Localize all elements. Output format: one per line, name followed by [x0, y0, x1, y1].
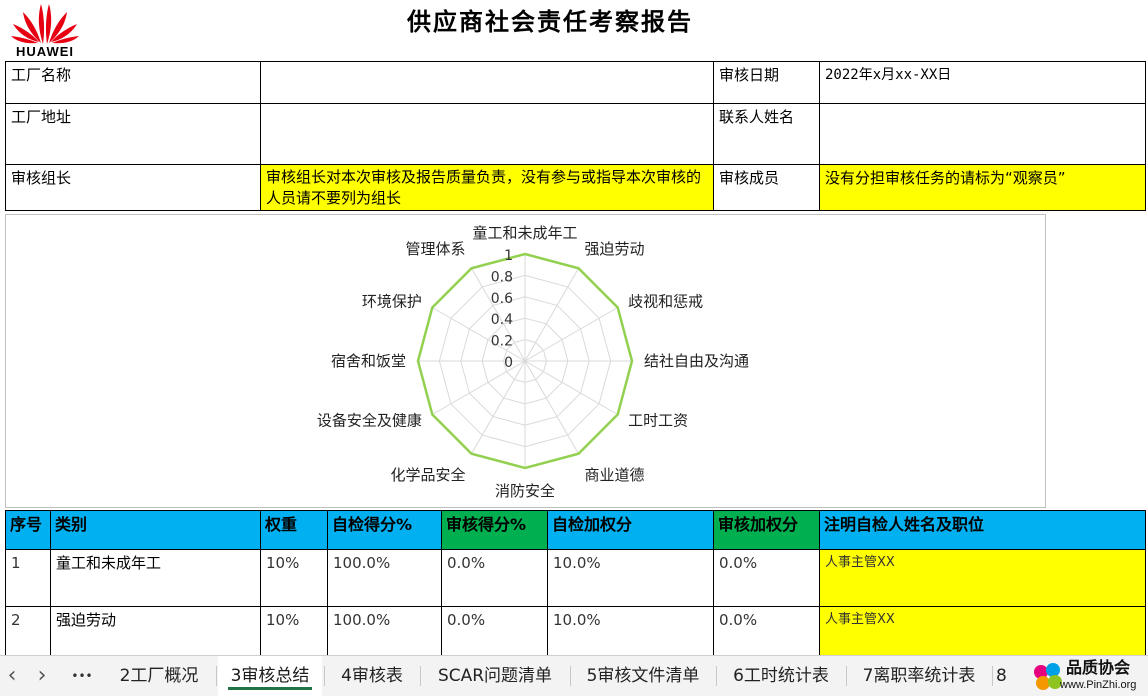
- tab-scroll-prev-button[interactable]: ‹: [0, 656, 24, 696]
- tab-factory-overview[interactable]: 2工厂概况: [106, 656, 212, 696]
- more-sheets-button[interactable]: •••: [62, 656, 102, 696]
- radar-category-label: 环境保护: [362, 293, 422, 311]
- tab-separator: [992, 666, 993, 686]
- radar-category-label: 强迫劳动: [585, 240, 645, 258]
- pinzhi-watermark: 品质协会 www.PinZhi.org: [1030, 658, 1146, 694]
- tab-audit-summary-label: 3审核总结: [230, 666, 310, 686]
- tab-separator: [846, 666, 847, 686]
- radar-category-label: 童工和未成年工: [472, 224, 577, 242]
- huawei-logo-icon: [11, 4, 79, 44]
- huawei-logo: HUAWEI: [8, 0, 82, 60]
- sheet-tab-bar: ‹ › ••• 2工厂概况 3审核总结 4审核表 SCAR问题清单 5审核文件清…: [0, 655, 1148, 696]
- radar-category-label: 设备安全及健康: [317, 412, 422, 430]
- radar-tick-label: 0.4: [491, 312, 513, 328]
- brand-name: HUAWEI: [16, 44, 74, 59]
- radar-chart: 0 0.2 0.4 0.6 0.8 1 童工和未成年工强迫劳动歧视和惩戒结社自由及沟通工时工…: [317, 224, 749, 500]
- info-grid: 工厂名称 审核日期 2022年x月xx-XX日 工厂地址 联系人姓名 审核组长 …: [5, 61, 1146, 211]
- radar-category-label: 工时工资: [628, 412, 688, 430]
- col-header-inspector: 注明自检人姓名及职位: [819, 510, 1146, 550]
- tab-sheet-8[interactable]: 8: [996, 656, 1026, 696]
- radar-category-label: 结社自由及沟通: [644, 352, 749, 370]
- members-label: 审核成员: [713, 164, 820, 211]
- radar-tick-label: 0.6: [491, 291, 513, 307]
- tab-separator: [570, 666, 571, 686]
- active-tab-underline: [228, 687, 312, 690]
- cell-self-score[interactable]: 100.0%: [327, 549, 442, 607]
- radar-category-label: 歧视和惩戒: [628, 293, 703, 311]
- cell-audit-weighted[interactable]: 0.0%: [713, 549, 820, 607]
- radar-category-label: 商业道德: [585, 466, 645, 484]
- radar-tick-label: 0: [504, 355, 513, 371]
- cell-weight[interactable]: 10%: [260, 549, 328, 607]
- members-input[interactable]: 没有分担审核任务的请标为“观察员”: [819, 164, 1146, 211]
- tab-separator: [420, 666, 421, 686]
- radar-tick-label: 0.8: [491, 269, 513, 285]
- col-header-audit-score: 审核得分%: [441, 510, 548, 550]
- radar-category-label: 管理体系: [405, 240, 465, 258]
- factory-address-input[interactable]: [260, 103, 714, 165]
- tab-separator: [216, 666, 217, 686]
- cell-category[interactable]: 童工和未成年工: [50, 549, 261, 607]
- leader-label: 审核组长: [5, 164, 261, 211]
- tab-audit-form[interactable]: 4审核表: [326, 656, 418, 696]
- radar-category-label: 化学品安全: [390, 466, 465, 484]
- radar-category-label: 消防安全: [495, 482, 555, 500]
- tab-separator: [324, 666, 325, 686]
- tab-separator: [716, 666, 717, 686]
- report-title: 供应商社会责任考察报告: [407, 7, 693, 36]
- radar-tick-label: 0.2: [491, 334, 513, 350]
- pinzhi-logo-icon: [1034, 663, 1062, 690]
- tab-scar-list[interactable]: SCAR问题清单: [422, 656, 568, 696]
- col-header-weight: 权重: [260, 510, 328, 550]
- audit-date-input[interactable]: 2022年x月xx-XX日: [819, 61, 1146, 104]
- tab-audit-summary[interactable]: 3审核总结: [218, 656, 322, 696]
- audit-date-label: 审核日期: [713, 61, 820, 104]
- watermark-name: 品质协会: [1066, 658, 1131, 677]
- tab-scroll-next-button[interactable]: ›: [28, 656, 56, 696]
- contact-label: 联系人姓名: [713, 103, 820, 165]
- factory-address-label: 工厂地址: [5, 103, 261, 165]
- col-header-self-weighted: 自检加权分: [547, 510, 714, 550]
- radar-tick-label: 1: [504, 248, 513, 264]
- radar-category-label: 宿舍和饭堂: [331, 352, 406, 370]
- tab-audit-documents[interactable]: 5审核文件清单: [572, 656, 714, 696]
- col-header-category: 类别: [50, 510, 261, 550]
- cell-self-weighted[interactable]: 10.0%: [547, 549, 714, 607]
- contact-input[interactable]: [819, 103, 1146, 165]
- col-header-audit-weighted: 审核加权分: [713, 510, 820, 550]
- factory-name-input[interactable]: [260, 61, 714, 104]
- tab-working-hours[interactable]: 6工时统计表: [718, 656, 844, 696]
- factory-name-label: 工厂名称: [5, 61, 261, 104]
- cell-no[interactable]: 1: [5, 549, 51, 607]
- score-table: 序号 类别 权重 自检得分% 审核得分% 自检加权分 审核加权分 注明自检人姓名…: [5, 510, 1146, 664]
- radar-chart-frame[interactable]: 0 0.2 0.4 0.6 0.8 1 童工和未成年工 强迫劳动歧视和惩戒结社自由及沟通工时工…: [5, 214, 1046, 508]
- col-header-no: 序号: [5, 510, 51, 550]
- col-header-self-score: 自检得分%: [327, 510, 442, 550]
- cell-audit-score[interactable]: 0.0%: [441, 549, 548, 607]
- cell-inspector[interactable]: 人事主管XX: [819, 549, 1146, 607]
- watermark-url: www.PinZhi.org: [1060, 679, 1137, 691]
- tab-turnover-rate[interactable]: 7离职率统计表: [848, 656, 990, 696]
- leader-input[interactable]: 审核组长对本次审核及报告质量负责，没有参与或指导本次审核的人员请不要列为组长: [260, 164, 714, 211]
